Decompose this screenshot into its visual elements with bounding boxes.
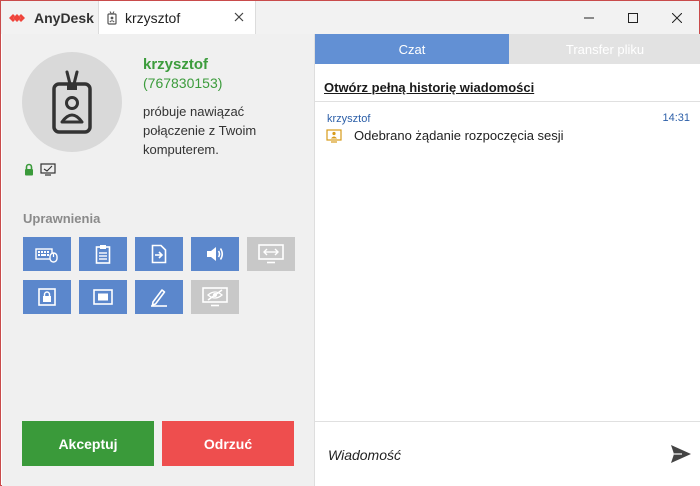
permission-lock-screen-button[interactable] xyxy=(23,280,71,314)
session-request-icon xyxy=(326,128,342,143)
permission-file-transfer-button[interactable] xyxy=(135,237,183,271)
send-button[interactable] xyxy=(669,442,693,466)
open-history-link[interactable]: Otwórz pełną historię wiadomości xyxy=(324,80,534,95)
close-window-button[interactable] xyxy=(655,1,699,34)
minimize-button[interactable] xyxy=(567,1,611,34)
id-badge-icon xyxy=(107,10,119,25)
chat-tabs: Czat Transfer pliku xyxy=(315,34,700,64)
minimize-icon xyxy=(584,17,594,18)
session-tab-label: krzysztof xyxy=(125,9,181,26)
chat-message: Odebrano żądanie rozpoczęcia sesji xyxy=(326,128,564,143)
control-screen-icon xyxy=(258,244,284,264)
file-transfer-icon xyxy=(151,244,167,264)
anydesk-logo-icon xyxy=(7,8,27,28)
maximize-button[interactable] xyxy=(611,1,655,34)
tab-chat[interactable]: Czat xyxy=(315,34,509,64)
privacy-mode-icon xyxy=(202,287,228,307)
clipboard-icon xyxy=(95,245,111,264)
chat-message-text: Odebrano żądanie rozpoczęcia sesji xyxy=(354,128,564,143)
app-name: AnyDesk xyxy=(34,9,94,26)
chat-message-time: 14:31 xyxy=(662,112,690,124)
permission-record-session-button[interactable] xyxy=(79,280,127,314)
lock-screen-icon xyxy=(38,288,56,306)
permission-draw-button[interactable] xyxy=(135,280,183,314)
id-badge-icon xyxy=(52,70,92,134)
keyboard-mouse-icon xyxy=(35,248,58,263)
anydesk-window: AnyDesk krzysztof krzysztof (767830153) … xyxy=(0,0,700,486)
reject-button[interactable]: Odrzuć xyxy=(162,421,294,466)
connection-request-message: próbuje nawiązać połączenie z Twoim komp… xyxy=(143,104,257,157)
lock-status-icon xyxy=(25,163,33,176)
remote-user-name: krzysztof xyxy=(143,56,209,73)
divider xyxy=(315,421,700,422)
draw-icon xyxy=(151,289,167,307)
title-bar: AnyDesk krzysztof xyxy=(1,1,699,34)
chat-message-sender: krzysztof xyxy=(327,113,371,125)
permission-sound-button[interactable] xyxy=(191,237,239,271)
send-icon xyxy=(671,445,691,463)
maximize-icon xyxy=(628,12,638,23)
status-icons xyxy=(24,163,56,176)
record-session-icon xyxy=(93,289,113,305)
sound-icon xyxy=(207,247,224,261)
close-tab-icon[interactable] xyxy=(231,9,247,25)
window-controls xyxy=(567,1,699,34)
divider xyxy=(315,101,700,102)
remote-user-id: (767830153) xyxy=(143,75,223,91)
permission-keyboard-mouse-button[interactable] xyxy=(23,237,71,271)
tab-file-transfer[interactable]: Transfer pliku xyxy=(509,34,700,64)
avatar xyxy=(22,52,122,152)
close-icon xyxy=(672,12,682,23)
monitor-status-icon xyxy=(40,163,56,176)
session-tab[interactable]: krzysztof xyxy=(98,1,256,34)
message-input[interactable] xyxy=(328,444,648,466)
app-tab[interactable]: AnyDesk xyxy=(1,1,97,34)
permission-privacy-mode-button[interactable] xyxy=(191,280,239,314)
incoming-session-panel: krzysztof (767830153) próbuje nawiązać p… xyxy=(2,34,314,486)
permission-control-screen-button[interactable] xyxy=(247,237,295,271)
permissions-title: Uprawnienia xyxy=(23,211,101,226)
accept-button[interactable]: Akceptuj xyxy=(22,421,154,466)
chat-panel: Czat Transfer pliku Otwórz pełną histori… xyxy=(314,34,700,486)
permission-clipboard-button[interactable] xyxy=(79,237,127,271)
